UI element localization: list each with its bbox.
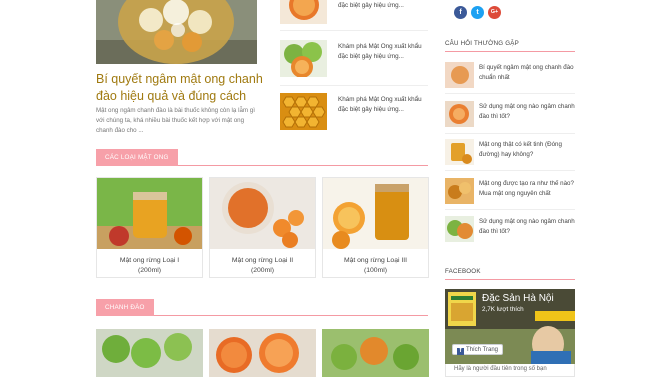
google-plus-icon[interactable]: G+	[488, 6, 501, 19]
faq-link[interactable]: Sử dụng mật ong nào ngâm chanh đào thì t…	[479, 217, 577, 236]
section-tag-honey[interactable]: CÁC LOẠI MẬT ONG	[96, 149, 178, 166]
product-card[interactable]: Mật ong rừng Loại I (200ml)	[96, 177, 203, 278]
faq-thumb[interactable]	[445, 216, 474, 242]
divider	[445, 93, 575, 94]
mini-post-title[interactable]: Khám phá Mật Ong xuất khẩu đặc biệt gây …	[338, 42, 430, 62]
facebook-like-count: 2,7K lượt thích	[482, 306, 524, 313]
facebook-like-button[interactable]: f Thích Trang	[452, 344, 504, 355]
faq-thumb[interactable]	[445, 62, 474, 88]
sidebar-faq-heading: CÂU HỎI THƯỜNG GẶP	[445, 40, 519, 47]
product-image[interactable]	[97, 178, 202, 249]
sidebar-facebook-heading: FACEBOOK	[445, 268, 481, 275]
divider	[445, 209, 575, 210]
mini-post-thumb[interactable]	[280, 0, 327, 24]
mini-post-thumb[interactable]	[280, 40, 327, 77]
mini-post-title[interactable]: đặc biệt gây hiệu ứng...	[338, 1, 430, 11]
facebook-page-widget[interactable]: Đặc Sản Hà Nội 2,7K lượt thích f Thích Tr…	[445, 289, 575, 364]
featured-post-title[interactable]: Bí quyết ngâm mật ong chanh đào hiệu quả…	[96, 71, 266, 104]
featured-post-excerpt: Mật ong ngâm chanh đào là bài thuốc khôn…	[96, 107, 255, 134]
faq-link[interactable]: Mật ong thật có kết tinh (Đóng đường) ha…	[479, 140, 577, 159]
product-image[interactable]	[323, 178, 428, 249]
product-name[interactable]: Mật ong rừng Loại I (200ml)	[97, 256, 202, 276]
divider	[280, 30, 428, 31]
faq-link[interactable]: Bí quyết ngâm mật ong chanh đào chuẩn nh…	[479, 63, 577, 82]
product-image[interactable]	[210, 178, 315, 249]
product-image[interactable]	[322, 329, 429, 377]
divider	[280, 85, 428, 86]
product-image[interactable]	[209, 329, 316, 377]
section-tag-lemon[interactable]: CHANH ĐÀO	[96, 299, 154, 316]
facebook-widget-footer: Hãy là người đầu tiên trong số bạn	[445, 364, 575, 377]
product-name[interactable]: Mật ong rừng Loại II (200ml)	[210, 256, 315, 276]
facebook-icon[interactable]: f	[454, 6, 467, 19]
section-underline	[445, 279, 575, 280]
faq-link[interactable]: Mật ong được tạo ra như thế nào? Mua mật…	[479, 179, 577, 198]
twitter-icon[interactable]: t	[471, 6, 484, 19]
featured-image[interactable]	[96, 0, 257, 64]
faq-link[interactable]: Sử dụng mật ong nào ngâm chanh đào thì t…	[479, 102, 577, 121]
facebook-page-name[interactable]: Đặc Sản Hà Nội	[482, 293, 554, 304]
divider	[445, 133, 575, 134]
facebook-icon: f	[457, 348, 464, 355]
product-card[interactable]: Mật ong rừng Loại III (100ml)	[322, 177, 429, 278]
divider	[445, 170, 575, 171]
faq-thumb[interactable]	[445, 139, 474, 165]
faq-thumb[interactable]	[445, 101, 474, 127]
product-name[interactable]: Mật ong rừng Loại III (100ml)	[323, 256, 428, 276]
mini-post-title[interactable]: Khám phá Mật Ong xuất khẩu đặc biệt gây …	[338, 95, 430, 115]
section-underline	[445, 51, 575, 52]
product-image[interactable]	[96, 329, 203, 377]
faq-thumb[interactable]	[445, 178, 474, 204]
mini-post-thumb[interactable]	[280, 93, 327, 130]
product-card[interactable]: Mật ong rừng Loại II (200ml)	[209, 177, 316, 278]
